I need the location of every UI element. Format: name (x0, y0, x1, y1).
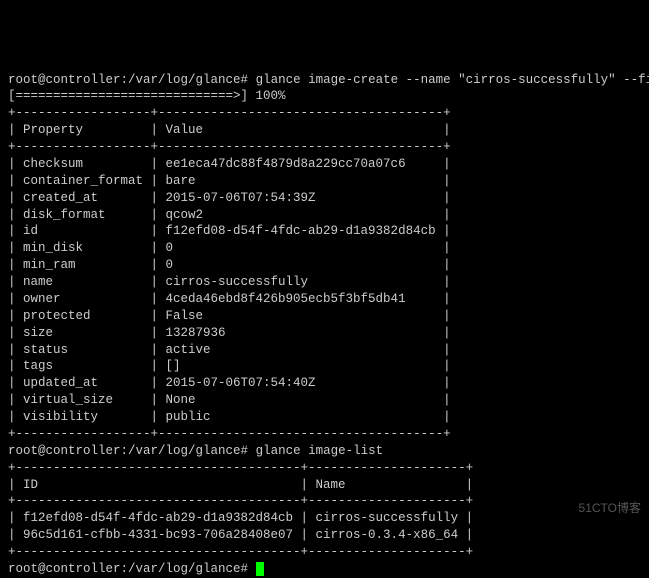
shell-prompt: root@controller:/var/log/glance# (8, 444, 248, 458)
terminal-cursor[interactable] (256, 562, 264, 576)
table2-row: | 96c5d161-cfbb-4331-bc93-706a28408e07 |… (8, 528, 473, 542)
table1-row: | min_disk | 0 | (8, 241, 451, 255)
shell-prompt: root@controller:/var/log/glance# (8, 562, 248, 576)
table1-row: | protected | False | (8, 309, 451, 323)
table2-border-top: +--------------------------------------+… (8, 461, 473, 475)
table1-row: | size | 13287936 | (8, 326, 451, 340)
watermark-text: 51CTO博客 (579, 500, 641, 516)
table1-row: | checksum | ee1eca47dc88f4879d8a229cc70… (8, 157, 451, 171)
table2-header: | ID | Name | (8, 478, 473, 492)
table1-border-mid: +------------------+--------------------… (8, 140, 451, 154)
progress-bar: [=============================>] 100% (8, 89, 286, 103)
table1-row: | disk_format | qcow2 | (8, 208, 451, 222)
table1-row: | updated_at | 2015-07-06T07:54:40Z | (8, 376, 451, 390)
table1-row: | id | f12efd08-d54f-4fdc-ab29-d1a9382d8… (8, 224, 451, 238)
table1-border-top: +------------------+--------------------… (8, 106, 451, 120)
shell-prompt: root@controller:/var/log/glance# (8, 73, 248, 87)
table1-row: | visibility | public | (8, 410, 451, 424)
table1-row: | container_format | bare | (8, 174, 451, 188)
command-image-create: glance image-create --name "cirros-succe… (256, 73, 649, 87)
command-image-list: glance image-list (256, 444, 384, 458)
table1-border-bot: +------------------+--------------------… (8, 427, 451, 441)
table1-row: | tags | [] | (8, 359, 451, 373)
table1-row: | name | cirros-successfully | (8, 275, 451, 289)
table1-row: | owner | 4ceda46ebd8f426b905ecb5f3bf5db… (8, 292, 451, 306)
table2-border-mid: +--------------------------------------+… (8, 494, 473, 508)
table2-border-bot: +--------------------------------------+… (8, 545, 473, 559)
table2-row: | f12efd08-d54f-4fdc-ab29-d1a9382d84cb |… (8, 511, 473, 525)
table1-row: | virtual_size | None | (8, 393, 451, 407)
table1-row: | created_at | 2015-07-06T07:54:39Z | (8, 191, 451, 205)
table1-row: | status | active | (8, 343, 451, 357)
table1-row: | min_ram | 0 | (8, 258, 451, 272)
table1-header: | Property | Value | (8, 123, 451, 137)
